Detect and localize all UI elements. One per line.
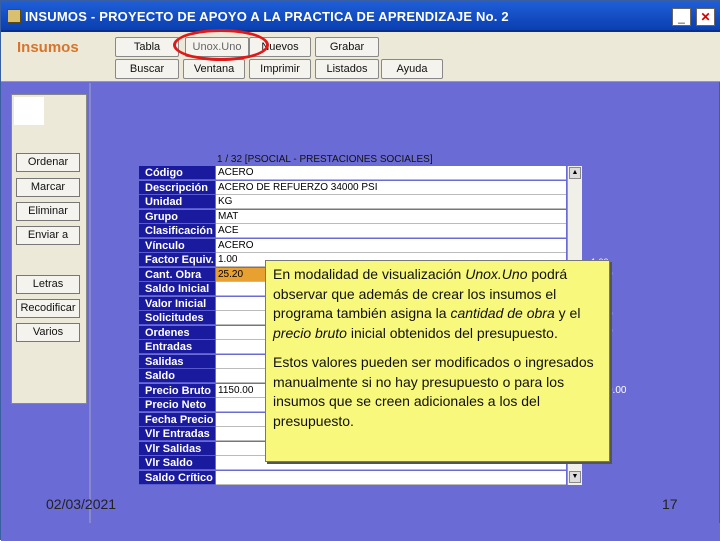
listados-button[interactable]: Listados <box>315 59 379 79</box>
field-value[interactable]: ACE <box>216 224 566 238</box>
field-value[interactable]: ACERO <box>216 166 566 180</box>
field-label: Entradas <box>139 340 215 354</box>
marcar-button[interactable]: Marcar <box>16 178 80 197</box>
field-value[interactable]: MAT <box>216 209 566 224</box>
highlight-circle <box>173 29 269 61</box>
scroll-down-icon[interactable]: ▼ <box>569 471 581 483</box>
field-value[interactable] <box>216 470 566 485</box>
field-value[interactable]: ACERO DE REFUERZO 34000 PSI <box>216 180 566 195</box>
grabar-button[interactable]: Grabar <box>315 37 379 57</box>
eliminar-button[interactable]: Eliminar <box>16 202 80 221</box>
field-label: Vlr Entradas <box>139 427 215 441</box>
field-label: Clasificación <box>139 224 215 238</box>
field-label: Código <box>139 166 215 180</box>
field-label: Fecha Precio <box>139 412 215 427</box>
field-label: Unidad <box>139 195 215 209</box>
field-label: Saldo <box>139 369 215 383</box>
field-label: Salidas <box>139 354 215 369</box>
field-value[interactable]: KG <box>216 195 566 209</box>
field-label: Factor Equiv. <box>139 253 215 267</box>
varios-button[interactable]: Varios <box>16 323 80 342</box>
field-label: Grupo <box>139 209 215 224</box>
enviar-a-button[interactable]: Enviar a <box>16 226 80 245</box>
field-label: Valor Inicial <box>139 296 215 311</box>
callout-paragraph-1: En modalidad de visualización Unox.Uno p… <box>273 266 581 341</box>
field-label: Descripción <box>139 180 215 195</box>
scroll-up-icon[interactable]: ▲ <box>569 167 581 179</box>
sidebar: Ordenar Marcar Eliminar Enviar a Letras … <box>11 94 87 404</box>
module-title: Insumos <box>17 39 79 56</box>
letras-button[interactable]: Letras <box>16 275 80 294</box>
tabla-button[interactable]: Tabla <box>115 37 179 57</box>
record-header: 1 / 32 [PSOCIAL - PRESTACIONES SOCIALES] <box>217 154 433 165</box>
field-label: Saldo Crítico <box>139 470 215 485</box>
toolbar: Insumos Tabla Unox.Uno Nuevos Grabar Bus… <box>1 32 720 82</box>
bottom-strip <box>1 523 720 541</box>
minimize-button[interactable]: _ <box>672 8 691 26</box>
app-icon <box>7 9 21 23</box>
ventana-button[interactable]: Ventana <box>183 59 245 79</box>
field-label: Ordenes <box>139 325 215 340</box>
callout-paragraph-2: Estos valores pueden ser modificados o i… <box>273 354 594 429</box>
slide-date: 02/03/2021 <box>46 496 117 512</box>
field-label: Vínculo <box>139 238 215 253</box>
field-value[interactable]: ACERO <box>216 238 566 253</box>
ayuda-button[interactable]: Ayuda <box>381 59 443 79</box>
recodificar-button[interactable]: Recodificar <box>16 299 80 318</box>
application-window: INSUMOS - PROYECTO DE APOYO A LA PRACTIC… <box>0 0 720 541</box>
field-label: Precio Neto <box>139 398 215 412</box>
slide-number: 17 <box>662 496 678 512</box>
title-bar: INSUMOS - PROYECTO DE APOYO A LA PRACTIC… <box>1 1 720 32</box>
field-label: Solicitudes <box>139 311 215 325</box>
ordenar-button[interactable]: Ordenar <box>16 153 80 172</box>
field-label: Cant. Obra <box>139 267 215 282</box>
field-label: Vlr Salidas <box>139 441 215 456</box>
field-label: Saldo Inicial <box>139 282 215 296</box>
sidebar-panel <box>14 97 44 125</box>
buscar-button[interactable]: Buscar <box>115 59 179 79</box>
window-title: INSUMOS - PROYECTO DE APOYO A LA PRACTIC… <box>25 9 509 24</box>
field-value[interactable]: 25.20 <box>216 267 266 282</box>
field-label: Vlr Saldo <box>139 456 215 470</box>
close-button[interactable]: ✕ <box>696 8 715 26</box>
divider <box>89 83 91 523</box>
annotation-callout: En modalidad de visualización Unox.Uno p… <box>265 260 610 462</box>
imprimir-button[interactable]: Imprimir <box>249 59 311 79</box>
field-label: Precio Bruto <box>139 383 215 398</box>
